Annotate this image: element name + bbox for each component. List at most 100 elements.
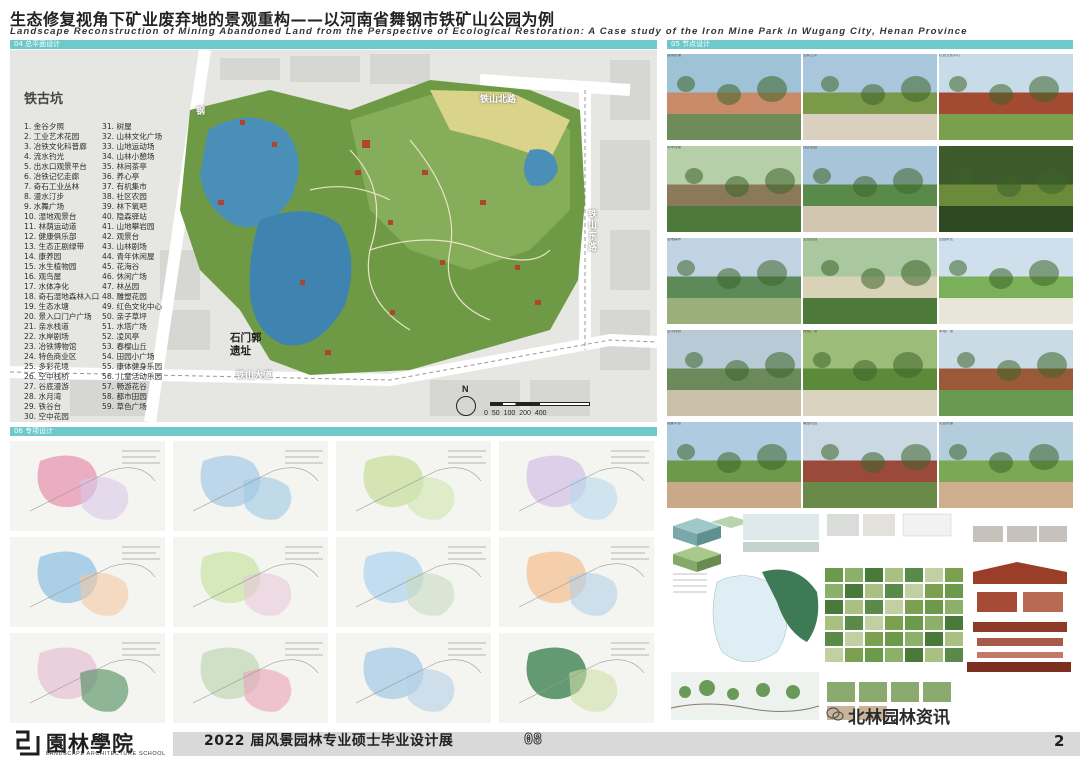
plant-swatch: [905, 600, 923, 614]
special-panel-drawing: [499, 633, 654, 723]
board-number: 08: [523, 730, 543, 749]
legend-item: 35. 林间茶亭: [102, 162, 147, 171]
legend-item: 21. 亲水栈道: [24, 322, 69, 331]
legend-item: 4. 流水钓光: [24, 152, 65, 161]
special-panel-drawing: [499, 537, 654, 627]
photo-tree-shape: [813, 352, 831, 368]
road-label-north: 铁山北路: [480, 95, 517, 105]
plant-swatch: [825, 568, 843, 582]
photo-tree-shape: [997, 360, 1021, 381]
photo-tree-shape: [949, 444, 967, 460]
legend-item: 48. 雕塑花园: [102, 292, 147, 301]
special-design-panel: [336, 633, 491, 723]
node-photo: 空中栈桥: [667, 330, 801, 416]
legend-item: 51. 水塔广场: [102, 322, 147, 331]
photo-tree-shape: [677, 260, 695, 276]
legend-item: 8. 漫水汀步: [24, 192, 65, 201]
plant-swatch: [845, 632, 863, 646]
road-label-west: 钢: [196, 107, 206, 117]
legend-item: 49. 红色文化中心: [102, 302, 163, 311]
watermark-text: 北林园林资讯: [848, 708, 950, 728]
photo-tree-shape: [821, 76, 839, 92]
node-photo: 湿地森林: [667, 238, 801, 324]
legend-item: 30. 空中花园: [24, 412, 69, 421]
plant-swatch: [905, 648, 923, 662]
special-design-panel: [10, 441, 165, 531]
section-title-nodes: 05 节点设计: [671, 40, 711, 48]
legend-item: 43. 山林剧场: [102, 242, 147, 251]
node-photo-caption: 生态花园: [803, 238, 817, 241]
photo-tree-shape: [901, 260, 931, 286]
photo-tree-shape: [1037, 168, 1067, 194]
legend-item: 52. 凌风亭: [102, 332, 140, 341]
photo-tree-shape: [677, 76, 695, 92]
photo-tree-shape: [677, 444, 695, 460]
footer: 園林學院 LANDSCAPE ARCHITECTURE SCHOOL 2022 …: [0, 707, 1080, 764]
photo-tree-shape: [853, 360, 877, 381]
photo-tree-shape: [957, 352, 975, 368]
legend-item: 18. 奇石湿地森林入口: [24, 292, 100, 301]
node-photo-caption: 观景平台: [667, 422, 681, 425]
master-plan: 铁古坑 1. 金谷夕照 2. 工业艺术花园 3. 冶铁文化科普廊 4. 流水钓光 5. …: [10, 50, 657, 422]
photo-tree-shape: [989, 268, 1013, 289]
special-design-panels: [10, 437, 657, 725]
node-photo-caption: 花谷步道: [939, 422, 953, 425]
node-photo-caption: 红色文化中心: [939, 54, 960, 57]
node-photo: 社区农园: [803, 146, 937, 232]
detail-drawings-svg: [667, 512, 1073, 726]
node-photo-caption: 林荫广场: [803, 330, 817, 333]
legend-title: 铁古坑: [24, 92, 64, 107]
legend-item: 55. 康体健身乐园: [102, 362, 163, 371]
node-photo-caption: 林间小屋: [939, 146, 953, 149]
photo-tree-shape: [989, 452, 1013, 473]
node-photo-caption: 水塔广场: [939, 330, 953, 333]
plant-swatch: [865, 616, 883, 630]
page-number: 2: [1054, 732, 1065, 750]
photo-tree-shape: [949, 260, 967, 276]
photo-tree-shape: [853, 176, 877, 197]
photo-tree-shape: [997, 176, 1021, 197]
special-design-panel: [173, 441, 328, 531]
plant-swatch: [825, 616, 843, 630]
exhibition-title: 2022 届风景园林专业硕士毕业设计展: [204, 733, 454, 749]
plant-swatch: [905, 584, 923, 598]
legend-item: 42. 观景台: [102, 232, 140, 241]
photo-tree-shape: [725, 360, 749, 381]
photo-tree-shape: [757, 260, 787, 286]
legend-item: 59. 草色广场: [102, 402, 147, 411]
node-photo: 观景平台: [667, 422, 801, 508]
photo-tree-shape: [765, 352, 795, 378]
plant-swatch: [925, 648, 943, 662]
legend-item: 23. 冶铁博物馆: [24, 342, 77, 351]
scale-ticks: 0 50 100 200 400: [484, 410, 547, 417]
legend-item: 15. 水生植物园: [24, 262, 77, 271]
special-panel-drawing: [499, 441, 654, 531]
legend-item: 47. 林丛园: [102, 282, 140, 291]
legend-item: 38. 社区农园: [102, 192, 147, 201]
special-design-panel: [499, 633, 654, 723]
plant-swatch: [845, 600, 863, 614]
legend-item: 34. 山林小憩场: [102, 152, 155, 161]
legend-item: 27. 谷底漫游: [24, 382, 69, 391]
special-panel-drawing: [173, 441, 328, 531]
node-photo: 滨水步道: [667, 54, 801, 140]
special-design-panel: [336, 441, 491, 531]
plant-swatch: [865, 584, 883, 598]
legend-item: 1. 金谷夕照: [24, 122, 65, 131]
special-panel-drawing: [173, 633, 328, 723]
photo-tree-shape: [757, 444, 787, 470]
plant-swatch: [925, 568, 943, 582]
site-label-shimen: 石门郭 遗址: [230, 332, 262, 357]
legend-item: 39. 林下氧吧: [102, 202, 147, 211]
photo-tree-shape: [1029, 260, 1059, 286]
legend-item: 7. 奇石工业丛林: [24, 182, 80, 191]
photo-tree-shape: [901, 76, 931, 102]
node-photo: 水岸栈道: [667, 146, 801, 232]
legend-item: 54. 田园小广场: [102, 352, 155, 361]
school-logo-icon: [16, 730, 40, 756]
plant-swatch: [945, 632, 963, 646]
plant-swatch: [825, 600, 843, 614]
legend-item: 19. 生态水塘: [24, 302, 69, 311]
plant-swatch: [865, 600, 883, 614]
plant-swatch: [945, 584, 963, 598]
